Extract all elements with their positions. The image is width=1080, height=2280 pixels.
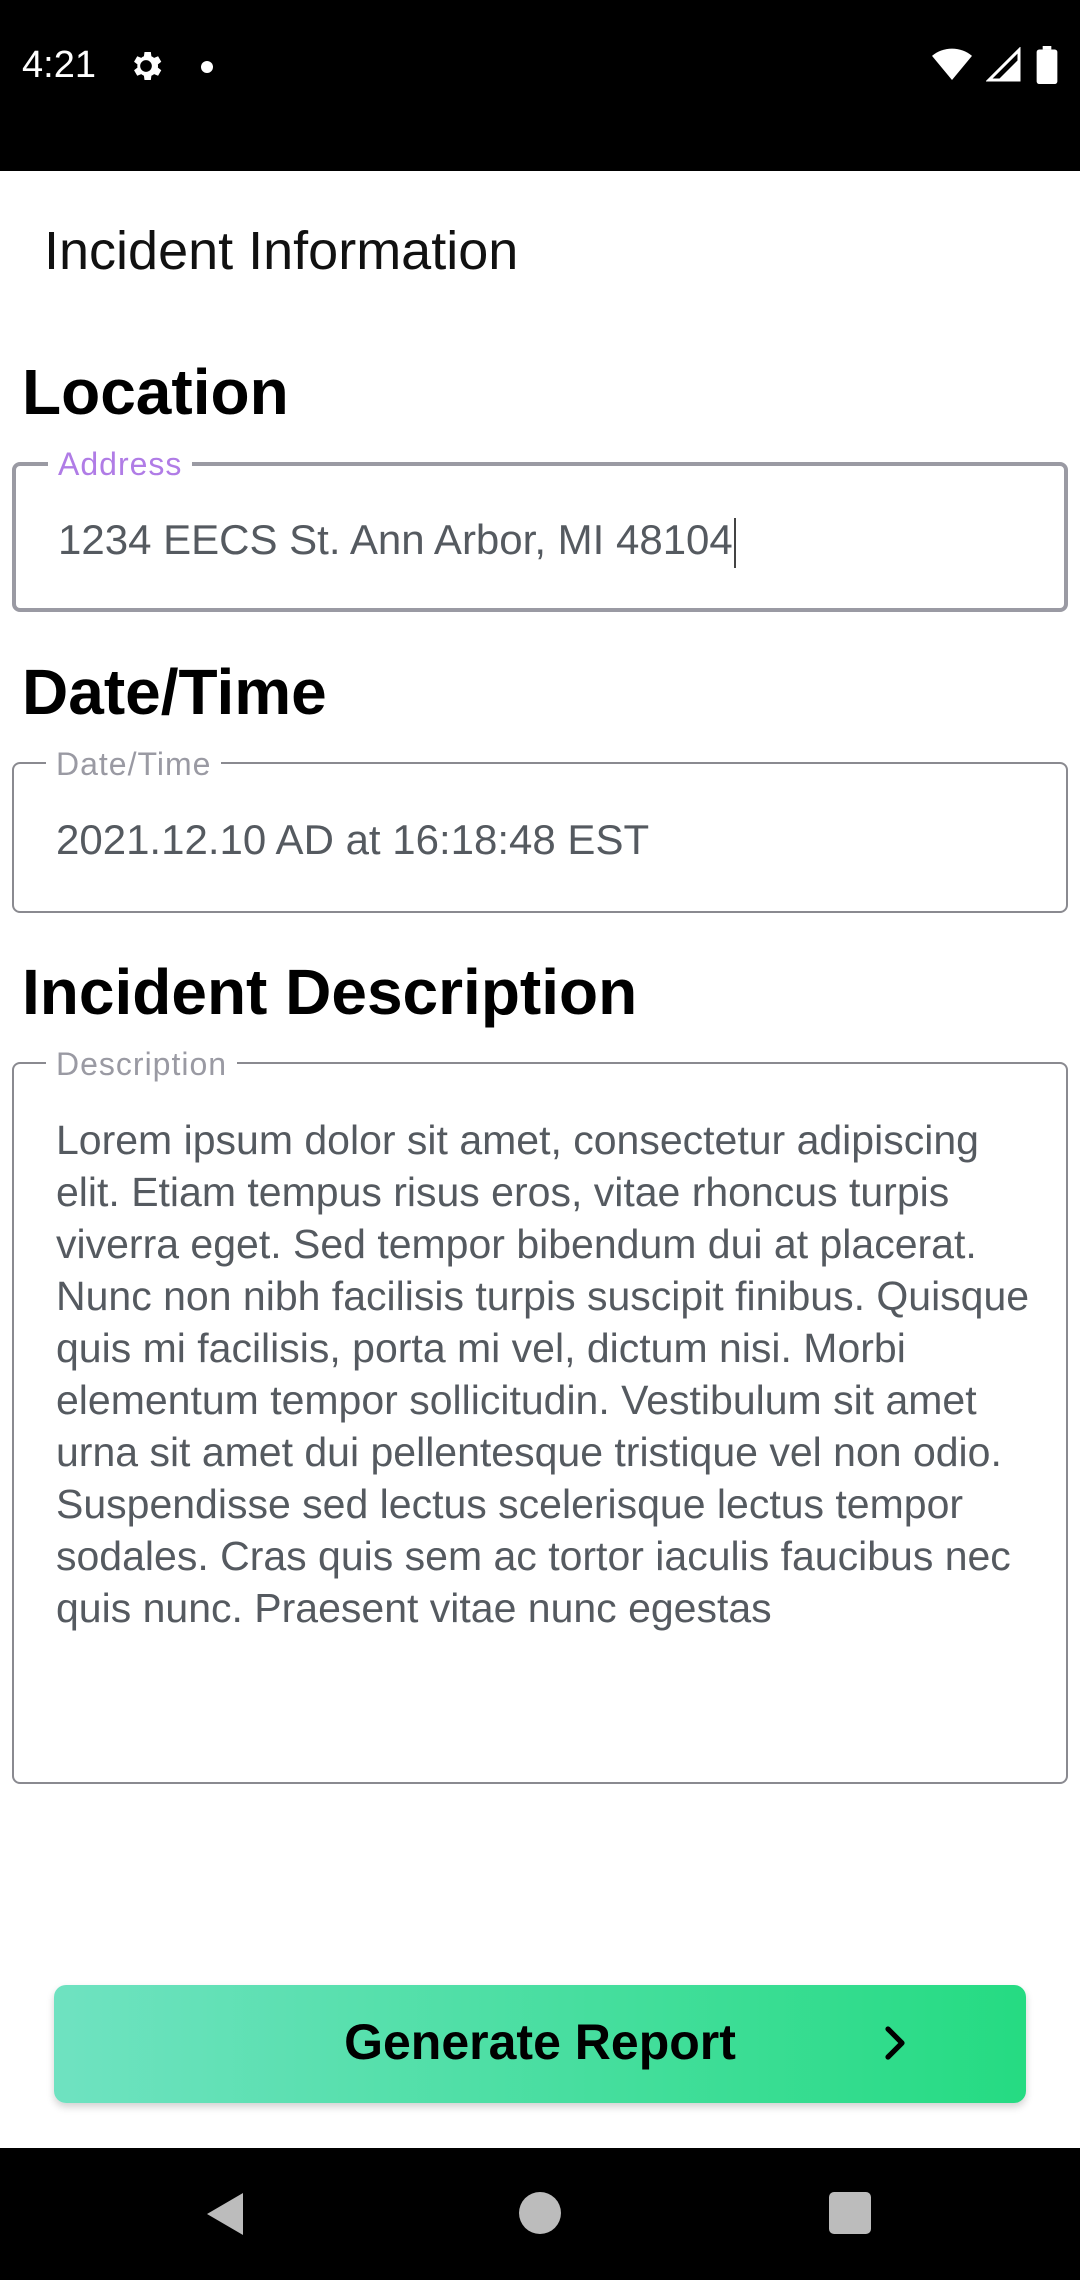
cell-signal-icon — [986, 47, 1021, 82]
status-icons — [932, 46, 1058, 84]
location-heading: Location — [22, 356, 289, 428]
status-bar: 4:21 — [0, 0, 1080, 171]
address-value-text: 1234 EECS St. Ann Arbor, MI 48104 — [58, 516, 733, 563]
notification-dot-icon — [201, 61, 213, 73]
address-input-value[interactable]: 1234 EECS St. Ann Arbor, MI 48104 — [58, 516, 736, 568]
status-time: 4:21 — [22, 44, 96, 86]
datetime-field[interactable]: Date/Time 2021.12.10 AD at 16:18:48 EST — [12, 746, 1068, 913]
gear-icon — [134, 52, 162, 80]
back-icon[interactable] — [205, 2191, 245, 2237]
generate-report-button[interactable]: Generate Report — [54, 1985, 1026, 2103]
datetime-input-value[interactable]: 2021.12.10 AD at 16:18:48 EST — [56, 816, 649, 864]
description-input-value[interactable]: Lorem ipsum dolor sit amet, consectetur … — [56, 1114, 1036, 1634]
wifi-icon — [932, 48, 972, 80]
address-field[interactable]: Address 1234 EECS St. Ann Arbor, MI 4810… — [12, 446, 1068, 612]
description-field[interactable]: Description Lorem ipsum dolor sit amet, … — [12, 1046, 1068, 1784]
description-field-label: Description — [46, 1046, 238, 1083]
page-title: Incident Information — [44, 221, 519, 281]
address-field-label: Address — [48, 446, 193, 483]
description-heading: Incident Description — [22, 956, 638, 1028]
battery-icon — [1036, 46, 1058, 84]
text-caret — [733, 517, 736, 568]
home-icon[interactable] — [519, 2192, 561, 2234]
chevron-right-icon — [885, 2026, 905, 2060]
system-nav-bar — [0, 2148, 1080, 2280]
datetime-field-label: Date/Time — [46, 746, 222, 783]
datetime-heading: Date/Time — [22, 656, 327, 728]
recents-icon[interactable] — [829, 2192, 871, 2234]
